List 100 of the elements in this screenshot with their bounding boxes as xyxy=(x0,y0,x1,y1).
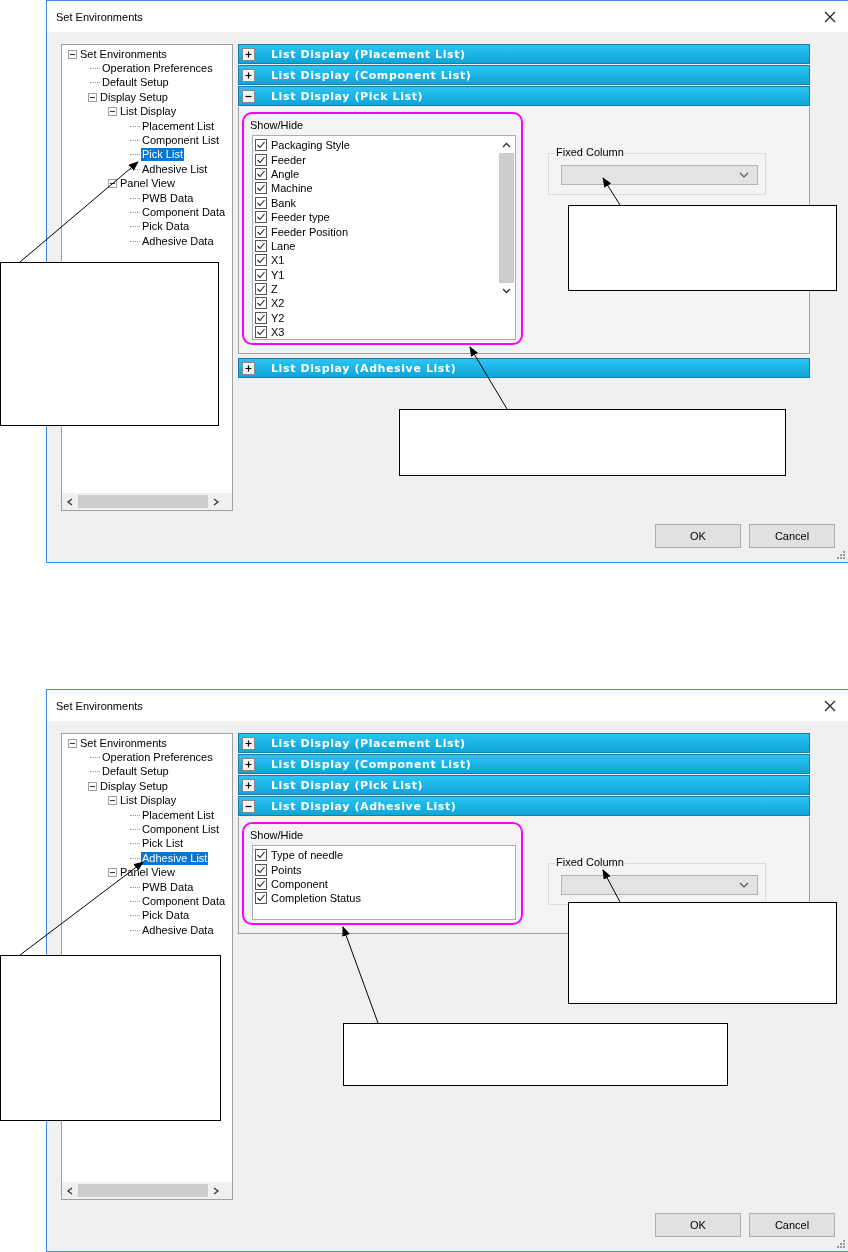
collapse-icon[interactable] xyxy=(88,92,97,102)
collapse-icon[interactable] xyxy=(108,796,117,806)
tree-item[interactable]: PWB Data xyxy=(141,191,195,205)
scrollbar-thumb[interactable] xyxy=(499,153,514,283)
tree-item[interactable]: Operation Preferences xyxy=(101,62,214,76)
tree-item[interactable]: List Display xyxy=(119,794,178,808)
tree-item[interactable]: Pick Data xyxy=(141,909,191,923)
section-title: List Display (Component List) xyxy=(271,68,472,82)
callout-arrow xyxy=(469,346,508,410)
fixed-column-label: Fixed Column xyxy=(555,146,625,158)
checkbox[interactable] xyxy=(255,849,267,862)
checkbox[interactable] xyxy=(255,863,267,876)
collapse-icon[interactable] xyxy=(242,89,255,103)
checkbox-label: Y2 xyxy=(271,311,285,324)
checkbox-label: Type of needle xyxy=(271,849,344,862)
collapse-icon[interactable] xyxy=(68,738,77,748)
checkbox-label: Z xyxy=(271,283,278,296)
horizontal-scrollbar[interactable] xyxy=(62,1182,232,1199)
checkbox[interactable] xyxy=(255,182,267,195)
collapse-icon[interactable] xyxy=(108,868,117,878)
tree-item[interactable]: Adhesive List xyxy=(141,162,209,176)
collapse-icon[interactable] xyxy=(108,107,117,117)
tree-item[interactable]: Set Environments xyxy=(79,736,168,750)
close-icon[interactable] xyxy=(824,10,836,23)
expand-icon[interactable] xyxy=(242,47,255,61)
tree-item[interactable]: Pick List xyxy=(141,148,184,162)
dialog-button[interactable]: OK xyxy=(655,1213,741,1237)
checkbox[interactable] xyxy=(255,139,267,152)
checkbox[interactable] xyxy=(255,167,267,180)
tree-item[interactable]: Component List xyxy=(141,134,221,148)
expand-icon[interactable] xyxy=(242,361,255,375)
tree-item[interactable]: Display Setup xyxy=(99,779,169,793)
checkbox[interactable] xyxy=(255,283,267,296)
checkbox-label: Feeder type xyxy=(271,211,330,224)
tree-item[interactable]: Panel View xyxy=(119,177,176,191)
tree-item[interactable]: Default Setup xyxy=(101,76,170,90)
checkbox-label: Y1 xyxy=(271,268,285,281)
scroll-left-icon[interactable] xyxy=(66,1186,74,1195)
tree-item[interactable]: Adhesive Data xyxy=(141,234,215,248)
resize-grip-icon[interactable] xyxy=(837,1240,845,1248)
checkbox[interactable] xyxy=(255,311,267,324)
checkbox[interactable] xyxy=(255,326,267,339)
show-hide-label: Show/Hide xyxy=(249,829,305,841)
tree-item[interactable]: Pick Data xyxy=(141,220,191,234)
collapse-icon[interactable] xyxy=(242,799,255,813)
checkbox-label: Points xyxy=(271,863,302,876)
tree-item[interactable]: Pick List xyxy=(141,837,184,851)
section-title: List Display (Placement List) xyxy=(271,736,466,750)
dialog-button[interactable]: Cancel xyxy=(749,524,835,548)
tree-item[interactable]: Adhesive List xyxy=(141,851,209,865)
expand-icon[interactable] xyxy=(242,736,255,750)
checkbox[interactable] xyxy=(255,254,267,267)
scrollbar-thumb[interactable] xyxy=(78,1184,208,1197)
scroll-up-icon[interactable] xyxy=(502,142,511,148)
checkbox[interactable] xyxy=(255,153,267,166)
checkbox[interactable] xyxy=(255,892,267,905)
checkbox[interactable] xyxy=(255,211,267,224)
scrollbar-thumb[interactable] xyxy=(78,495,208,508)
expand-icon[interactable] xyxy=(242,68,255,82)
tree-item[interactable]: Operation Preferences xyxy=(101,751,214,765)
tree-item[interactable]: Adhesive Data xyxy=(141,923,215,937)
tree-item[interactable]: List Display xyxy=(119,105,178,119)
tree-item[interactable]: Placement List xyxy=(141,119,216,133)
checkbox[interactable] xyxy=(255,297,267,310)
expand-icon[interactable] xyxy=(242,778,255,792)
checkbox[interactable] xyxy=(255,877,267,890)
tree-item[interactable]: Display Setup xyxy=(99,90,169,104)
tree-item[interactable]: Component List xyxy=(141,823,221,837)
dialog-button[interactable]: Cancel xyxy=(749,1213,835,1237)
tree-item[interactable]: Default Setup xyxy=(101,765,170,779)
section-title: List Display (Placement List) xyxy=(271,47,466,61)
scroll-right-icon[interactable] xyxy=(212,1186,220,1195)
checkbox-label: Completion Status xyxy=(271,892,361,905)
tree-item[interactable]: Placement List xyxy=(141,808,216,822)
resize-grip-icon[interactable] xyxy=(837,551,845,559)
checkbox-label: Lane xyxy=(271,239,296,252)
collapse-icon[interactable] xyxy=(88,781,97,791)
collapse-icon[interactable] xyxy=(108,179,117,189)
scroll-left-icon[interactable] xyxy=(66,497,74,506)
section-title: List Display (Pick List) xyxy=(271,778,424,792)
checkbox[interactable] xyxy=(255,225,267,238)
tree-item[interactable]: PWB Data xyxy=(141,880,195,894)
checkbox[interactable] xyxy=(255,239,267,252)
scroll-down-icon[interactable] xyxy=(502,288,511,294)
callout-arrow xyxy=(602,869,621,903)
checkbox[interactable] xyxy=(255,196,267,209)
tree-item[interactable]: Component Data xyxy=(141,206,227,219)
dialog-button[interactable]: OK xyxy=(655,524,741,548)
close-icon[interactable] xyxy=(824,699,836,712)
section-title: List Display (Adhesive List) xyxy=(271,361,457,375)
show-hide-label: Show/Hide xyxy=(249,119,305,131)
collapse-icon[interactable] xyxy=(68,49,77,59)
tree-item[interactable]: Component Data xyxy=(141,895,227,908)
tree-item[interactable]: Set Environments xyxy=(79,47,168,61)
expand-icon[interactable] xyxy=(242,757,255,771)
checkbox[interactable] xyxy=(255,268,267,281)
horizontal-scrollbar[interactable] xyxy=(62,493,232,510)
fixed-column-label: Fixed Column xyxy=(555,856,625,868)
scroll-right-icon[interactable] xyxy=(212,497,220,506)
section-title: List Display (Adhesive List) xyxy=(271,799,457,813)
